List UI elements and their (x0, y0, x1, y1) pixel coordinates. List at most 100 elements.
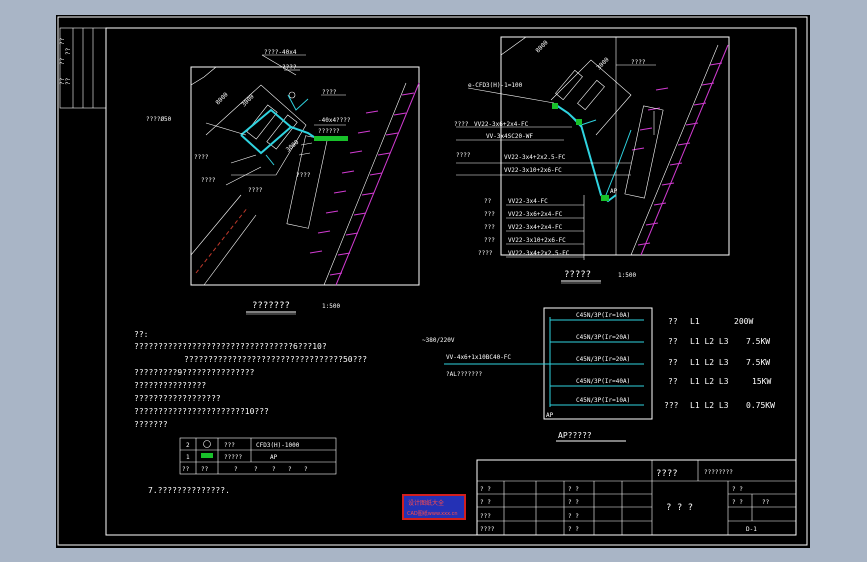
notes-line-5: ?????????????????? (134, 394, 221, 403)
stamp-line-1: 设计图纸大全 (408, 499, 444, 507)
circle-symbol-icon (203, 440, 211, 448)
title-block: ???? ???????? ? ? ? ? ? ? ? ??? ???? ? ?… (476, 459, 797, 536)
right-legend-tag-5: ???? (478, 250, 493, 257)
legend-num-2: 1 (186, 454, 190, 461)
right-legend-cable-1: VV22-3x4-FC (508, 198, 548, 205)
breaker-1: C45N/3P(Ir=10A) (576, 312, 630, 319)
left-ground-bar-label: ????-40x4 (264, 49, 297, 56)
revision-strip: ?? ?? ?? ?? ?? (59, 27, 107, 109)
tb-right-1: ? ? (732, 486, 743, 493)
ap-box-symbol-icon (201, 453, 213, 458)
strip-label-5: ?? (65, 77, 72, 85)
right-cable-d-label: VV22-3x4+2x2.5-FC (504, 154, 566, 161)
footnote: 7.??????????????. (148, 486, 230, 495)
notes-line-3: ?????????9??????????????? (134, 368, 255, 377)
legend-model-2: AP (270, 454, 278, 461)
legend-header-3: ? (234, 466, 238, 473)
load-power-5: 0.75KW (746, 401, 775, 410)
tb-left-4: ???? (480, 526, 495, 533)
right-legend-cable-2: VV22-3x6+2x4-FC (508, 211, 563, 218)
load-name-2: ?? (668, 337, 678, 346)
right-pipe-b-label: ???? (456, 152, 471, 159)
tb-drawing-no: D-1 (746, 526, 757, 533)
ground-grid-right (555, 104, 617, 203)
symbol-legend-table: 2 ??? CFD3(H)-1000 1 ????? AP ?? ?? ? ? … (179, 437, 337, 475)
right-ground-label: ???? (631, 59, 646, 66)
load-power-1: 200W (734, 317, 753, 326)
notes-line-6: ???????????????????????10??? (134, 407, 269, 416)
notes-line-2: ?????????????????????????????????50??? (184, 355, 367, 364)
tb-right-2: ? ? (732, 499, 743, 506)
right-plan-scale: 1:500 (618, 272, 636, 279)
notes-line-1: ?????????????????????????????????6???10? (134, 342, 327, 351)
stamp-line-2: CAD图纸www.xxx.cn (407, 510, 458, 517)
drawing-sheet: ?? ?? ?? ?? ?? ????-40x4 ???? ????Ø50 ??… (56, 15, 810, 548)
right-cable-e-label: VV22-3x10+2x6-FC (504, 167, 562, 174)
right-dim-b: 3000 (595, 56, 610, 71)
tb-left-3: ??? (480, 513, 491, 520)
right-dim-a: 8000 (534, 39, 549, 54)
ap-incoming-label: ?AL??????? (446, 371, 483, 378)
legend-header-1: ?? (182, 466, 190, 473)
right-site-plan: e-CFD3(H)-1=100 ???? ???? VV22-3x6+2x4-F… (454, 36, 730, 284)
notes-heading: ??: (134, 330, 148, 339)
load-phases-4: L1 L2 L3 (690, 377, 729, 386)
left-ground-bar-2-label: ???? (282, 64, 297, 71)
load-power-3: 7.5KW (746, 358, 770, 367)
legend-header-6: ? (288, 466, 292, 473)
right-legend-cable-3: VV22-3x4+2x4-FC (508, 224, 563, 231)
right-plan-frame (500, 36, 730, 256)
right-legend-tag-2: ??? (484, 211, 495, 218)
ap-distribution-diagram: AP ~380/220V VV-4x6+1x10BC40-FC ?AL?????… (422, 307, 775, 442)
notes-line-7: ??????? (134, 420, 168, 429)
left-flat-iron-label: -40x4???? (318, 117, 351, 124)
tb-mid-4: ? ? (568, 526, 579, 533)
left-pipe-2-label: ???? (296, 172, 311, 179)
outer-frame (57, 16, 808, 546)
right-legend-cable-4: VV22-3x10+2x6-FC (508, 237, 566, 244)
tb-drawing-name: ? ? ? (666, 503, 693, 513)
legend-header-2: ?? (201, 466, 209, 473)
notes-line-4: ??????????????? (134, 381, 206, 390)
breaker-5: C45N/3P(Ir=10A) (576, 397, 630, 404)
breaker-2: C45N/3P(Ir=20A) (576, 334, 630, 341)
breaker-3: C45N/3P(Ir=20A) (576, 356, 630, 363)
strip-label-1: ?? (59, 37, 66, 45)
left-tag-a: ???? (322, 89, 337, 96)
right-ap-label: AP (610, 188, 618, 195)
ap-diagram-title: AP????? (558, 431, 592, 440)
left-tag-b: ???? (194, 154, 209, 161)
left-pipe-label: ????Ø50 (146, 116, 172, 123)
left-plan-scale: 1:500 (322, 303, 340, 310)
load-phases-1: L1 (690, 317, 700, 326)
ap-box-green (314, 136, 348, 141)
watermark-stamp: 设计图纸大全 CAD图纸www.xxx.cn (402, 494, 466, 520)
tb-mid-3: ? ? (568, 513, 579, 520)
load-phases-2: L1 L2 L3 (690, 337, 729, 346)
right-legend-tag-4: ??? (484, 237, 495, 244)
ap-supply-label: ~380/220V (422, 337, 455, 344)
left-site-plan: ????-40x4 ???? ????Ø50 ???? -40x4???? ??… (146, 49, 420, 315)
left-dim-b: 3000 (240, 93, 255, 108)
right-legend-tag-3: ??? (484, 224, 495, 231)
design-notes: ??: ?????????????????????????????????6??… (134, 330, 367, 429)
legend-num-1: 2 (186, 442, 190, 449)
tb-mid-2: ? ? (568, 499, 579, 506)
legend-header-4: ? (254, 466, 258, 473)
wall-line (335, 82, 420, 286)
load-name-5: ??? (664, 401, 679, 410)
load-phases-3: L1 L2 L3 (690, 358, 729, 367)
tb-left-1: ? ? (480, 486, 491, 493)
tb-left-2: ? ? (480, 499, 491, 506)
load-name-1: ?? (668, 317, 678, 326)
load-name-3: ?? (668, 358, 678, 367)
right-cable-c-label: VV-3x4SC20-WF (486, 133, 533, 140)
load-power-4: 15KW (752, 377, 771, 386)
right-pipe-a-label: ???? (454, 121, 469, 128)
left-dim-a: 8000 (214, 91, 229, 106)
load-phases-5: L1 L2 L3 (690, 401, 729, 410)
right-legend-cable-5: VV22-3x4+2x2.5-FC (508, 250, 570, 257)
inner-frame (105, 27, 797, 536)
legend-name-1: ??? (224, 442, 235, 449)
tb-project: ???? (656, 469, 678, 479)
